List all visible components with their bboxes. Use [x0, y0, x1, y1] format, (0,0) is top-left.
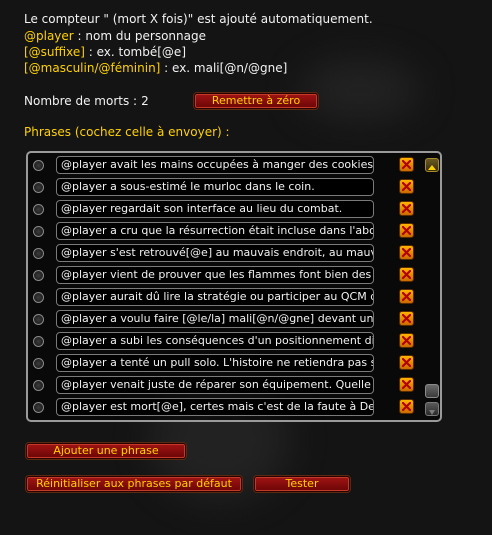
delete-phrase-button[interactable] [399, 201, 414, 216]
close-x-icon [402, 314, 411, 323]
info-gender-line: [@masculin/@féminin] : ex. mali[@n/@gne] [24, 61, 287, 76]
phrase-input[interactable]: @player avait les mains occupées à mange… [56, 156, 374, 174]
delete-phrase-button[interactable] [399, 245, 414, 260]
phrase-row: @player aurait dû lire la stratégie ou p… [28, 286, 418, 308]
close-x-icon [402, 380, 411, 389]
delete-phrase-button[interactable] [399, 377, 414, 392]
phrase-select-radio[interactable] [33, 402, 44, 413]
close-x-icon [402, 402, 411, 411]
phrase-input[interactable]: @player a subi les conséquences d'un pos… [56, 332, 374, 350]
scroll-down-button[interactable] [425, 402, 439, 416]
phrase-select-radio[interactable] [33, 204, 44, 215]
close-x-icon [402, 226, 411, 235]
phrase-input[interactable]: @player vient de prouver que les flammes… [56, 266, 374, 284]
token-player-desc: : nom du personnage [73, 29, 206, 43]
phrase-select-radio[interactable] [33, 336, 44, 347]
phrase-row: @player a tenté un pull solo. L'histoire… [28, 352, 418, 374]
info-counter-note: Le compteur " (mort X fois)" est ajouté … [24, 12, 373, 26]
phrase-list: @player avait les mains occupées à mange… [26, 151, 442, 422]
delete-phrase-button[interactable] [399, 223, 414, 238]
info-suffix-line: [@suffixe] : ex. tombé[@e] [24, 45, 186, 60]
close-x-icon [402, 336, 411, 345]
death-count-label: Nombre de morts : [24, 94, 138, 108]
scroll-down-arrow-icon [429, 410, 435, 415]
phrase-select-radio[interactable] [33, 292, 44, 303]
phrase-input[interactable]: @player venait juste de réparer son équi… [56, 376, 374, 394]
phrase-input[interactable]: @player a sous-estimé le murloc dans le … [56, 178, 374, 196]
death-count: Nombre de morts :2 [24, 94, 149, 108]
phrase-select-radio[interactable] [33, 226, 44, 237]
phrase-input[interactable]: @player regardait son interface au lieu … [56, 200, 374, 218]
scroll-up-arrow-icon [428, 165, 436, 170]
close-x-icon [402, 358, 411, 367]
close-x-icon [402, 270, 411, 279]
reset-defaults-button[interactable]: Réinitialiser aux phrases par défaut [26, 476, 242, 492]
phrase-row: @player vient de prouver que les flammes… [28, 264, 418, 286]
phrase-select-radio[interactable] [33, 248, 44, 259]
phrase-select-radio[interactable] [33, 270, 44, 281]
scroll-up-button[interactable] [425, 158, 439, 172]
delete-phrase-button[interactable] [399, 289, 414, 304]
phrase-select-radio[interactable] [33, 160, 44, 171]
delete-phrase-button[interactable] [399, 157, 414, 172]
token-suffix: [@suffixe] [24, 45, 85, 59]
close-x-icon [402, 204, 411, 213]
close-x-icon [402, 248, 411, 257]
delete-phrase-button[interactable] [399, 333, 414, 348]
delete-phrase-button[interactable] [399, 267, 414, 282]
info-player-line: @player : nom du personnage [24, 29, 206, 44]
delete-phrase-button[interactable] [399, 399, 414, 414]
phrase-select-radio[interactable] [33, 380, 44, 391]
phrase-row: @player a cru que la résurrection était … [28, 220, 418, 242]
phrase-input[interactable]: @player s'est retrouvé[@e] au mauvais en… [56, 244, 374, 262]
phrase-select-radio[interactable] [33, 182, 44, 193]
close-x-icon [402, 292, 411, 301]
phrase-select-radio[interactable] [33, 358, 44, 369]
reset-counter-button[interactable]: Remettre à zéro [194, 93, 318, 109]
phrase-row: @player a sous-estimé le murloc dans le … [28, 176, 418, 198]
phrase-input[interactable]: @player aurait dû lire la stratégie ou p… [56, 288, 374, 306]
phrase-select-radio[interactable] [33, 314, 44, 325]
phrase-row: @player est mort[@e], certes mais c'est … [28, 396, 418, 418]
phrase-row: @player regardait son interface au lieu … [28, 198, 418, 220]
test-button[interactable]: Tester [254, 476, 350, 492]
phrase-row: @player s'est retrouvé[@e] au mauvais en… [28, 242, 418, 264]
add-phrase-button[interactable]: Ajouter une phrase [26, 443, 186, 459]
phrase-row: @player a voulu faire [@le/la] mali[@n/@… [28, 308, 418, 330]
phrases-title: Phrases (cochez celle à envoyer) : [24, 125, 230, 139]
delete-phrase-button[interactable] [399, 179, 414, 194]
phrase-input[interactable]: @player a voulu faire [@le/la] mali[@n/@… [56, 310, 374, 328]
token-gender-desc: : ex. mali[@n/@gne] [160, 61, 288, 75]
delete-phrase-button[interactable] [399, 355, 414, 370]
close-x-icon [402, 160, 411, 169]
delete-phrase-button[interactable] [399, 311, 414, 326]
token-suffix-desc: : ex. tombé[@e] [84, 45, 186, 59]
token-gender: [@masculin/@féminin] [24, 61, 161, 75]
death-count-value: 2 [141, 94, 149, 108]
scroll-thumb[interactable] [425, 384, 439, 398]
phrase-row: @player avait les mains occupées à mange… [28, 154, 418, 176]
phrase-row: @player venait juste de réparer son équi… [28, 374, 418, 396]
token-player: @player [24, 29, 74, 43]
phrase-input[interactable]: @player est mort[@e], certes mais c'est … [56, 398, 374, 416]
phrase-input[interactable]: @player a cru que la résurrection était … [56, 222, 374, 240]
close-x-icon [402, 182, 411, 191]
phrase-input[interactable]: @player a tenté un pull solo. L'histoire… [56, 354, 374, 372]
phrase-row: @player a subi les conséquences d'un pos… [28, 330, 418, 352]
